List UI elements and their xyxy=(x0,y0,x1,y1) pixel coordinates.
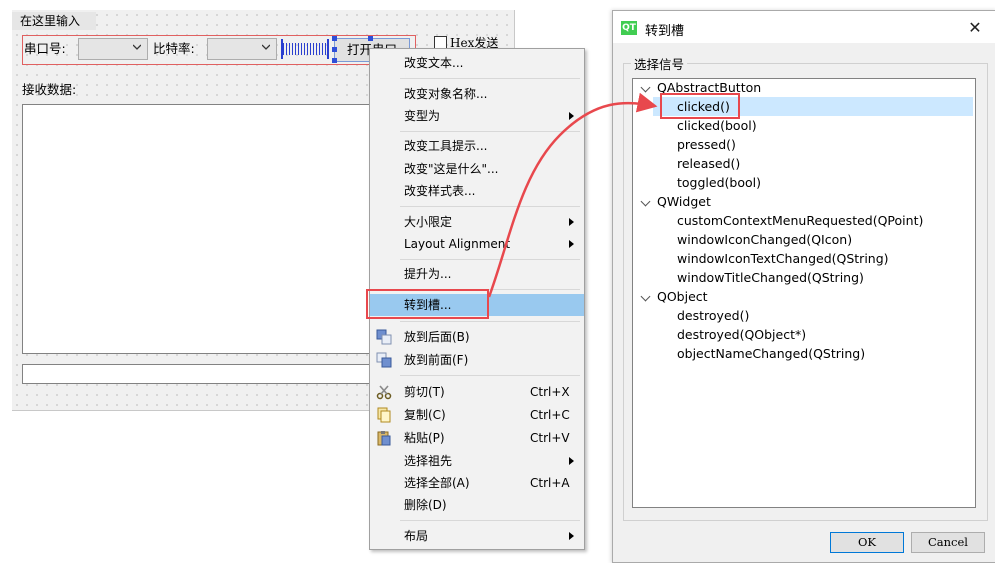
annotation-arrow xyxy=(487,92,658,298)
